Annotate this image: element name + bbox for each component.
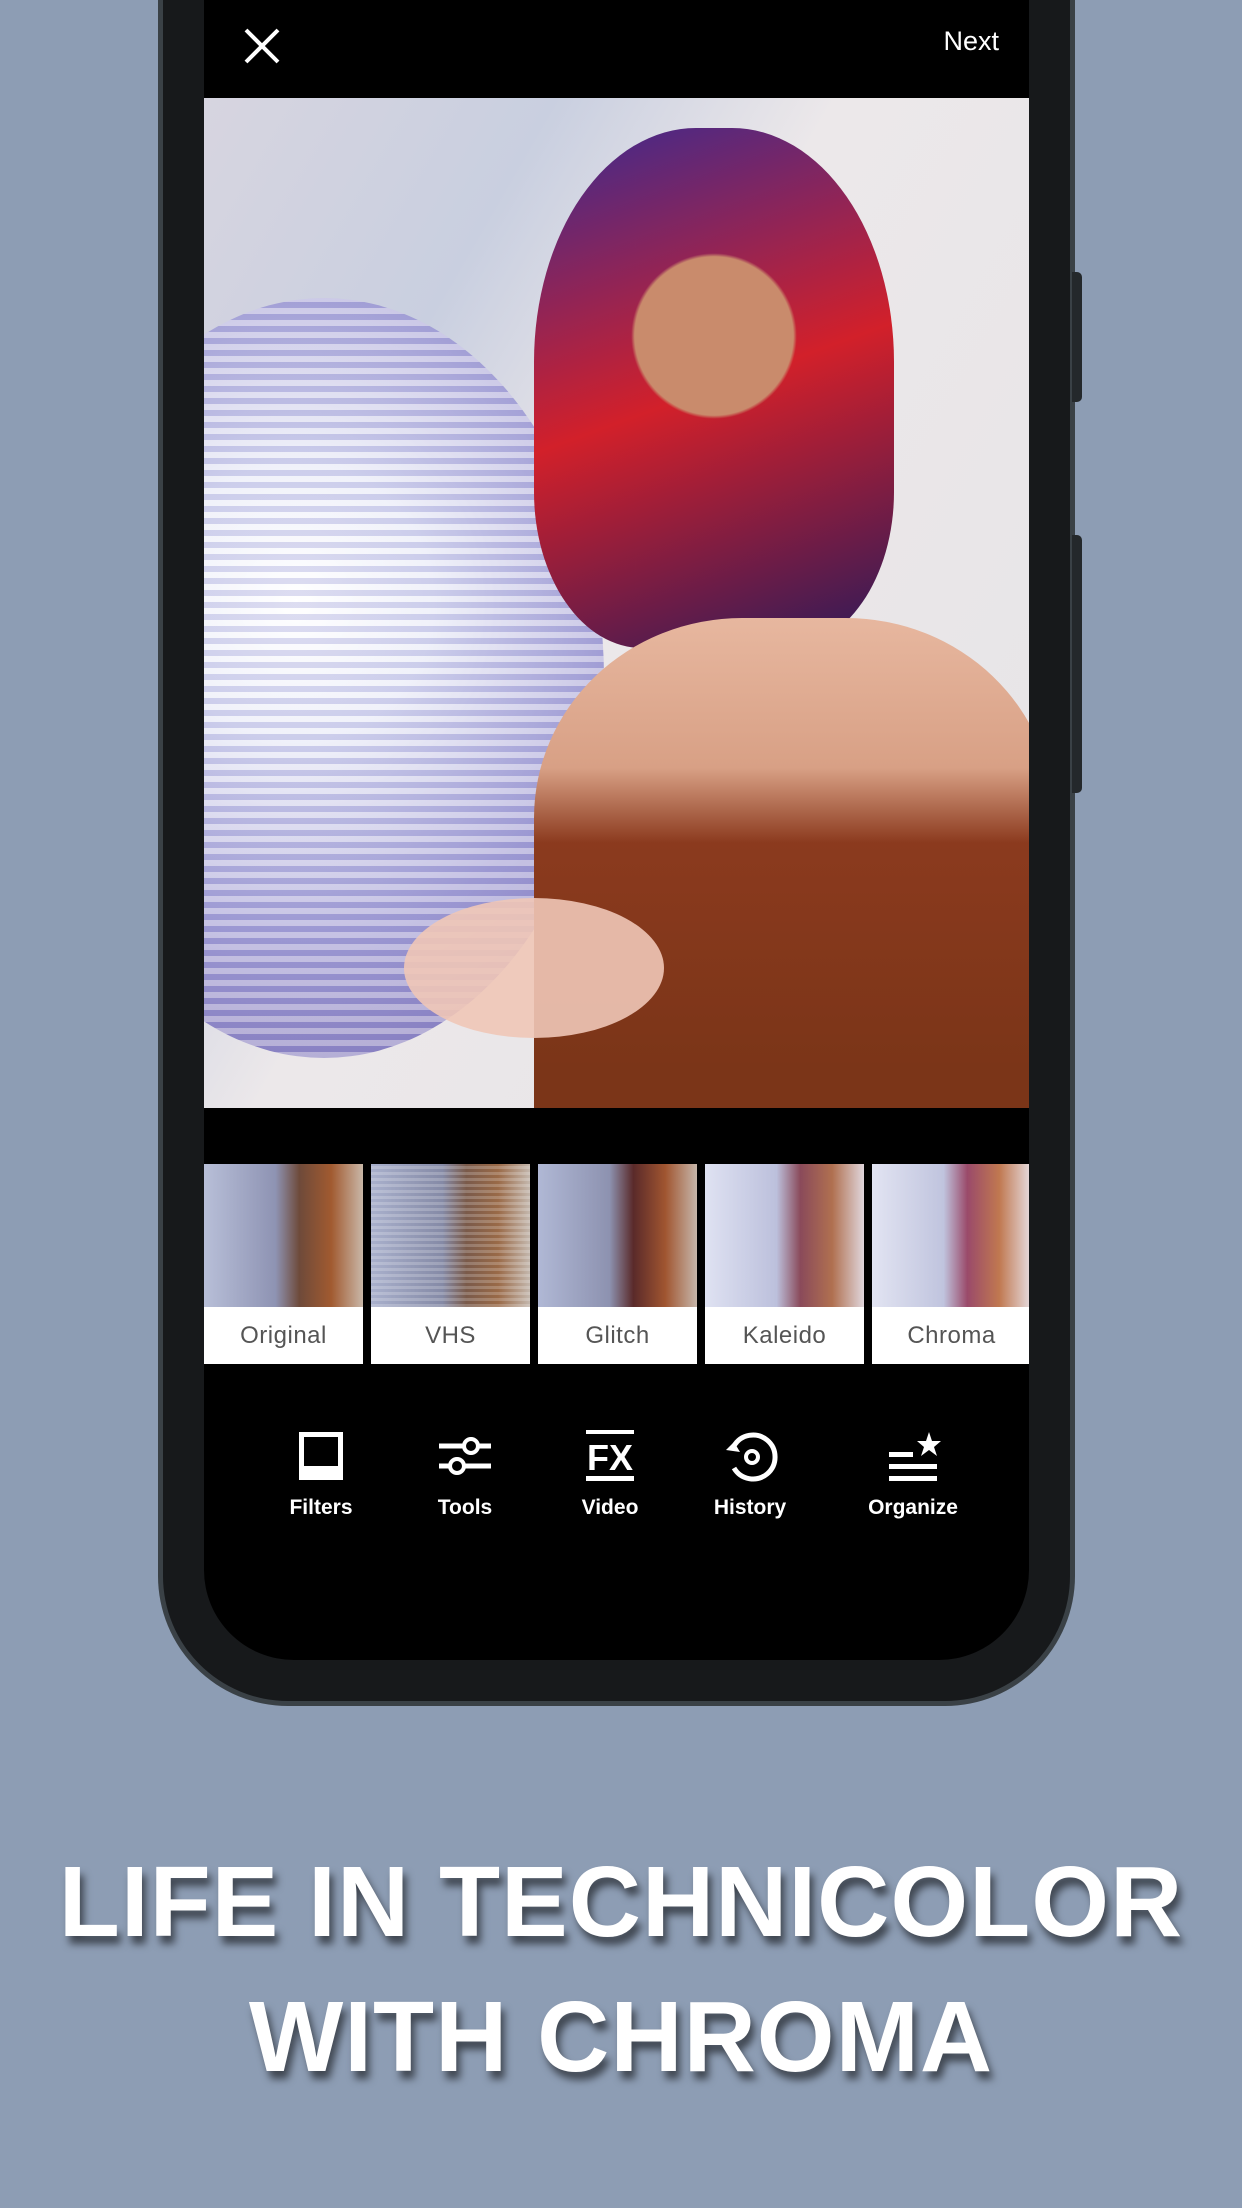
tool-label: Video — [581, 1496, 639, 1519]
filter-vhs[interactable]: VHS — [371, 1164, 530, 1364]
tool-label: Tools — [437, 1496, 493, 1519]
fx-icon: FX — [586, 1430, 634, 1481]
filter-thumbnail — [538, 1164, 697, 1307]
sliders-icon — [439, 1437, 491, 1475]
bottom-toolbar: Filters Tools FX Video History Organize — [204, 1420, 1029, 1540]
filter-label: Kaleido — [742, 1321, 827, 1349]
tool-filters[interactable]: Filters — [256, 1420, 386, 1520]
headline-line-1: LIFE IN TECHNICOLOR — [58, 1846, 1184, 1958]
filter-strip: Original VHS Glitch Kaleido Chroma — [204, 1164, 1029, 1364]
subject-body — [534, 618, 1029, 1108]
tool-history[interactable]: History — [685, 1420, 815, 1520]
filter-label: Chroma — [907, 1321, 996, 1349]
organize-star-icon — [889, 1432, 941, 1481]
filter-label: VHS — [425, 1321, 476, 1349]
app-screen: Next Original VHS Glitch Kaleido Chroma … — [204, 0, 1029, 1660]
phone-side-button — [1072, 272, 1082, 402]
filter-thumbnail — [705, 1164, 864, 1307]
filter-thumbnail — [371, 1164, 530, 1307]
history-icon — [726, 1432, 778, 1482]
filter-label: Glitch — [585, 1321, 650, 1349]
filter-glitch[interactable]: Glitch — [538, 1164, 697, 1364]
subject-head — [534, 128, 894, 648]
filter-label: Original — [240, 1321, 327, 1349]
tool-label: Filters — [289, 1496, 353, 1519]
next-button[interactable]: Next — [943, 26, 999, 57]
phone-volume-button — [1072, 535, 1082, 793]
tool-video[interactable]: FX Video — [545, 1420, 675, 1520]
filter-thumbnail — [204, 1164, 363, 1307]
filter-chroma[interactable]: Chroma — [872, 1164, 1029, 1364]
photo-preview — [204, 98, 1029, 1108]
filters-icon — [299, 1432, 343, 1480]
subject-hand — [404, 898, 664, 1038]
top-bar: Next — [204, 0, 1029, 98]
headline-line-2: WITH CHROMA — [248, 1981, 994, 2093]
tool-label: Organize — [868, 1496, 958, 1519]
tool-label: History — [713, 1496, 787, 1519]
filter-original[interactable]: Original — [204, 1164, 363, 1364]
filter-kaleido[interactable]: Kaleido — [705, 1164, 864, 1364]
close-icon[interactable] — [240, 24, 284, 68]
svg-text:FX: FX — [587, 1437, 633, 1478]
filter-thumbnail — [872, 1164, 1029, 1307]
tool-tools[interactable]: Tools — [400, 1420, 530, 1520]
tool-organize[interactable]: Organize — [848, 1420, 978, 1520]
